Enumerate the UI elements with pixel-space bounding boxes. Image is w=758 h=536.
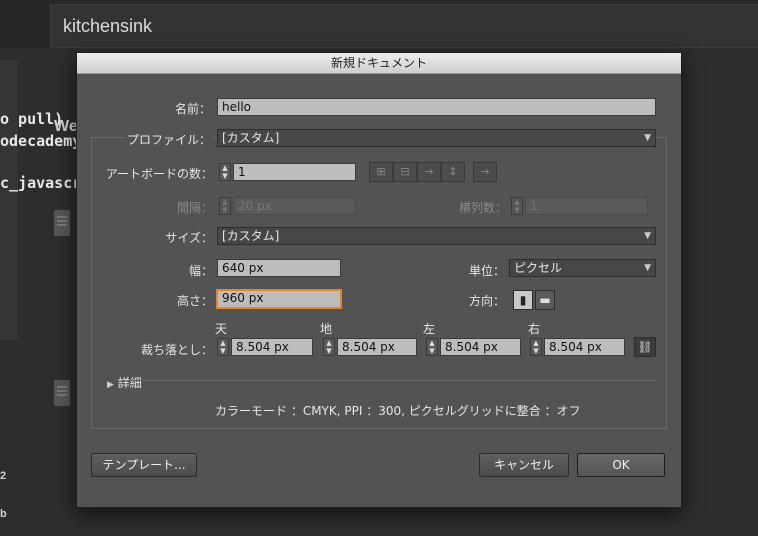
bleed-left-label: 左 [423,322,436,336]
bleed-left-input[interactable]: 8.504 px [440,338,521,356]
units-select-value: ピクセル [514,261,563,275]
bleed-bottom-input[interactable]: 8.504 px [337,338,417,356]
height-label: 高さ： [176,294,213,308]
dialog-title: 新規ドキュメント [77,53,681,74]
arrange-by-column-icon[interactable]: ↕ [441,162,465,182]
bleed-label: 裁ち落とし： [140,343,213,357]
spacing-input: 20 px [233,197,356,215]
units-select[interactable]: ピクセル ▼ [509,259,656,277]
bleed-right-stepper[interactable]: ▲ ▼ [530,338,542,356]
bleed-right-input[interactable]: 8.504 px [544,338,625,356]
name-label: 名前： [174,102,211,116]
units-label: 単位： [468,264,505,278]
document-info-status: カラーモード ：CMYK, PPI ：300, ピクセルグリッドに整合 ：オフ [215,404,581,418]
name-input[interactable]: hello [217,98,656,116]
chevron-down-icon: ▼ [644,231,651,241]
profile-select[interactable]: [カスタム] ▼ [217,129,656,147]
profile-select-value: [カスタム] [222,131,280,145]
bleed-left-stepper[interactable]: ▲ ▼ [426,338,438,356]
grid-by-row-icon[interactable]: ⊞ [369,162,393,182]
grid-by-column-icon[interactable]: ⊟ [393,162,417,182]
size-select[interactable]: [カスタム] ▼ [217,227,656,245]
link-icon[interactable]: ⛓ [634,337,656,357]
background-heading-fragment: We [54,118,78,135]
background-document-icon [54,210,70,236]
arrange-by-row-icon[interactable]: → [417,162,441,182]
landscape-orientation-icon[interactable]: ▬ [535,290,555,310]
right-to-left-layout-icon[interactable]: → [473,162,497,182]
background-document-icon [54,380,70,406]
chevron-down-icon: ▼ [644,263,651,273]
artboards-input[interactable]: 1 [233,163,356,181]
bleed-top-label: 天 [215,322,228,336]
chevron-down-icon: ▼ [644,133,651,143]
columns-label: 横列数： [458,201,507,215]
background-code-line: c_javascr [0,174,82,192]
background-text-fragment: b [0,508,7,520]
spacing-label: 間隔： [176,201,213,215]
portrait-orientation-icon[interactable]: ▮ [513,290,533,310]
new-document-dialog: 新規ドキュメント 名前： hello プロファイル： [カスタム] ▼ アートボ… [76,52,682,508]
advanced-label: 詳細 [117,376,142,390]
spacing-stepper: ▲ ▼ [219,197,231,215]
bleed-top-stepper[interactable]: ▲ ▼ [217,338,229,356]
advanced-divider [127,380,657,381]
background-search-box[interactable]: kitchensink [50,4,758,48]
width-input[interactable]: 640 px [217,259,341,277]
bleed-right-label: 右 [528,322,541,336]
bleed-bottom-stepper[interactable]: ▲ ▼ [323,338,335,356]
artboards-label: アートボードの数： [105,167,213,181]
height-input[interactable]: 960 px [216,289,342,309]
cancel-button[interactable]: キャンセル [479,453,569,477]
profile-label: プロファイル： [124,131,213,148]
columns-stepper: ▲ ▼ [511,197,523,215]
size-label: サイズ： [165,231,213,245]
templates-button[interactable]: テンプレート... [91,453,197,477]
bleed-top-input[interactable]: 8.504 px [231,338,313,356]
artboards-stepper[interactable]: ▲ ▼ [219,163,231,181]
width-label: 幅： [188,264,213,278]
advanced-toggle[interactable]: ▶ 詳細 [107,374,142,391]
background-side-panel [0,60,18,340]
columns-input: 1 [525,197,648,215]
background-text-fragment: 2 [0,470,7,482]
size-select-value: [カスタム] [222,229,280,243]
disclosure-triangle-icon: ▶ [107,380,114,390]
ok-button[interactable]: OK [577,453,665,477]
bleed-bottom-label: 地 [320,322,333,336]
orientation-label: 方向： [468,294,505,308]
